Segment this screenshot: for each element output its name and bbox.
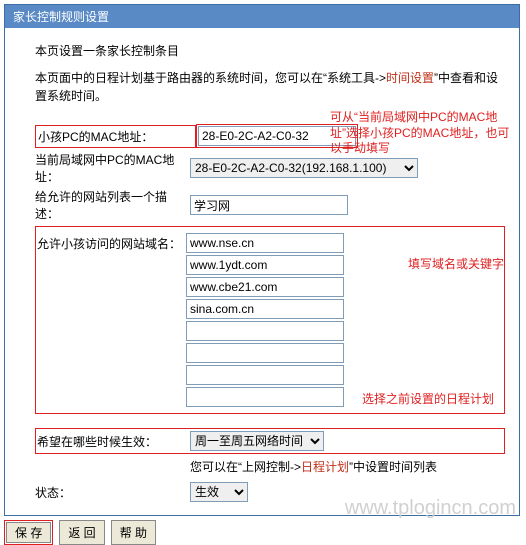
schedule-box: 希望在哪些时候生效： 周一至周五网络时间 [35, 428, 505, 454]
domain-input-3[interactable] [186, 299, 344, 319]
domains-label: 允许小孩访问的网站域名： [37, 235, 186, 252]
domain-input-7[interactable] [186, 387, 344, 407]
domain-input-1[interactable] [186, 255, 344, 275]
desc-label: 给允许的网站列表一个描述： [35, 188, 190, 222]
domain-input-0[interactable] [186, 233, 344, 253]
schedule-hint: 您可以在“上网控制->日程计划”中设置时间列表 [190, 458, 505, 476]
domain-input-4[interactable] [186, 321, 344, 341]
desc-input[interactable] [190, 195, 348, 215]
lan-mac-label: 当前局域网中PC的MAC地址： [35, 151, 190, 185]
back-button[interactable]: 返 回 [59, 520, 104, 545]
domain-input-2[interactable] [186, 277, 344, 297]
schedule-plan-link[interactable]: 日程计划 [301, 460, 349, 474]
panel-title: 家长控制规则设置 [5, 5, 519, 28]
child-mac-input[interactable] [198, 126, 356, 146]
child-mac-label: 小孩PC的MAC地址： [35, 125, 196, 148]
save-button[interactable]: 保 存 [6, 522, 51, 543]
schedule-label: 希望在哪些时候生效： [37, 433, 190, 450]
domains-box: 允许小孩访问的网站域名： [35, 226, 505, 414]
domain-input-5[interactable] [186, 343, 344, 363]
time-settings-link[interactable]: 时间设置 [386, 71, 434, 85]
intro-line-2: 本页面中的日程计划基于路由器的系统时间，您可以在“系统工具->时间设置”中查看和… [35, 69, 505, 105]
help-button[interactable]: 帮 助 [111, 520, 156, 545]
schedule-select[interactable]: 周一至周五网络时间 [190, 431, 324, 451]
status-label: 状态： [35, 484, 190, 501]
lan-mac-select[interactable]: 28-E0-2C-A2-C0-32(192.168.1.100) [190, 158, 418, 178]
watermark: www.tplogincn.com [345, 497, 516, 520]
domain-input-6[interactable] [186, 365, 344, 385]
status-select[interactable]: 生效 [190, 482, 248, 502]
intro-line-1: 本页设置一条家长控制条目 [35, 42, 505, 59]
